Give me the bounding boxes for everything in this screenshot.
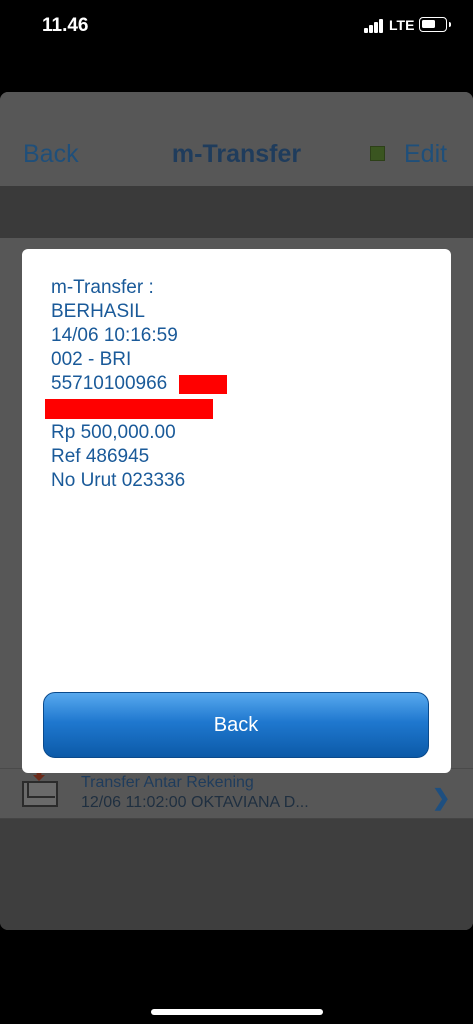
result-dialog: m-Transfer : BERHASIL 14/06 10:16:59 002… — [22, 249, 451, 773]
battery-icon — [419, 17, 451, 32]
list-item-title: Transfer Antar Rekening — [81, 774, 254, 791]
signal-icon — [364, 19, 383, 33]
message-line: m-Transfer : — [51, 277, 154, 298]
message-line: 14/06 10:16:59 — [51, 325, 178, 346]
page-title: m-Transfer — [171, 140, 302, 168]
navbar: Back m-Transfer Edit — [0, 92, 473, 186]
network-label: LTE — [389, 17, 415, 33]
redaction-mark — [179, 375, 227, 394]
message-line: No Urut 023336 — [51, 470, 186, 491]
mail-icon — [22, 781, 58, 807]
bottom-area — [0, 819, 473, 930]
status-indicator-icon — [370, 146, 385, 161]
message-line: BERHASIL — [51, 301, 145, 322]
account-number: 55710100966 — [51, 373, 168, 394]
nav-edit-button[interactable]: Edit — [404, 140, 447, 169]
list-item[interactable]: Transfer Antar Rekening 12/06 11:02:00 O… — [0, 768, 473, 818]
home-indicator[interactable] — [151, 1009, 323, 1015]
list-item-detail: 12/06 11:02:00 OKTAVIANA D... — [81, 794, 309, 811]
status-bar: 11.46 LTE — [0, 0, 473, 56]
message-line: Rp 500,000.00 — [51, 422, 176, 443]
status-time: 11.46 — [42, 15, 89, 36]
message-line: Ref 486945 — [51, 446, 150, 467]
message-line: 002 - BRI — [51, 349, 132, 370]
chevron-right-icon: ❯ — [432, 785, 451, 810]
redaction-mark — [45, 399, 213, 419]
sub-bar — [0, 186, 473, 238]
back-button[interactable]: Back — [43, 692, 429, 758]
